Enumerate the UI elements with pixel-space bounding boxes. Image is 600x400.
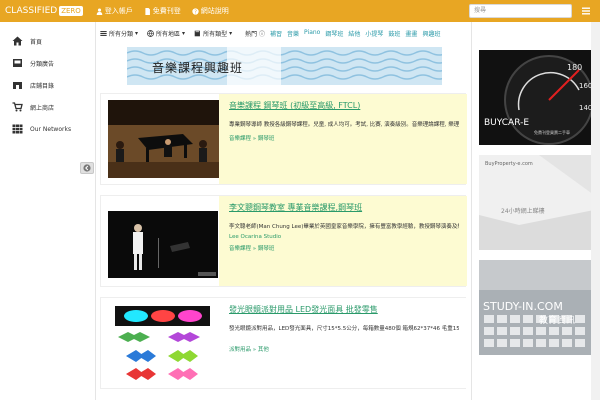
logo-text: CLASSIFIED bbox=[5, 6, 58, 16]
listing-description: 專業鋼琴導師 教授各級鋼琴課程。兒童, 成人均可。考試, 比賽, 演奏級別。音樂… bbox=[229, 122, 459, 128]
ad-study-logo: STUDY-IN.COM bbox=[483, 300, 563, 313]
inbox-icon bbox=[13, 59, 22, 67]
ad-property-caption: 24小時網上睇樓 bbox=[501, 207, 545, 215]
listing-category[interactable]: 派對用品 » 其他 bbox=[229, 345, 269, 353]
performer-photo bbox=[108, 202, 219, 280]
tag-link[interactable]: 小提琴 bbox=[365, 29, 383, 38]
list-icon bbox=[100, 30, 107, 36]
listing-thumbnail[interactable] bbox=[108, 304, 219, 382]
file-icon bbox=[145, 7, 150, 15]
listing-category[interactable]: 音樂課程 » 鋼琴班 bbox=[229, 244, 274, 252]
top-navbar: CLASSIFIED ZERO 登入帳戶 免費刊登 ? 網站說明 搜尋 bbox=[0, 0, 600, 22]
sidebar-item-label: Our Networks bbox=[30, 125, 72, 133]
caret-down-icon: ▾ bbox=[182, 29, 186, 37]
collapse-sidebar-button[interactable] bbox=[80, 162, 94, 174]
banner-title: 音樂課程興趣班 bbox=[152, 61, 244, 75]
top-nav: 登入帳戶 免費刊登 ? 網站說明 bbox=[96, 6, 229, 16]
tag-link[interactable]: 補習 bbox=[270, 29, 282, 38]
sidebar-item-shop[interactable]: 網上商店 bbox=[0, 96, 95, 118]
tag-link[interactable]: 鼓班 bbox=[388, 29, 400, 38]
book-icon bbox=[194, 30, 201, 36]
sidebar-item-label: 網上商店 bbox=[30, 104, 55, 112]
nav-post[interactable]: 免費刊登 bbox=[144, 6, 181, 16]
home-icon bbox=[12, 36, 23, 46]
category-banner[interactable]: 音樂課程興趣班 bbox=[127, 47, 442, 85]
nav-post-label: 免費刊登 bbox=[152, 7, 181, 15]
category-dropdown-label: 所有分類 bbox=[109, 30, 134, 38]
nav-login[interactable]: 登入帳戶 bbox=[96, 6, 133, 16]
listing-item[interactable]: 李文聰鋼琴教室 專業音樂課程,鋼琴班 李文聰老師(Man Chung Lee)畢… bbox=[100, 195, 467, 287]
sidebar-item-classifieds[interactable]: 分類廣告 bbox=[0, 52, 95, 74]
listing-title[interactable]: 發光眼鏡派對用品 LED發光面具 批發零售 bbox=[229, 304, 378, 315]
category-dropdown[interactable]: 所有分類 ▾ bbox=[100, 29, 138, 38]
svg-text:180: 180 bbox=[567, 63, 582, 72]
sidebar-item-label: 首頁 bbox=[30, 38, 43, 46]
caret-down-icon: ▾ bbox=[135, 29, 139, 37]
chevron-left-icon bbox=[83, 164, 91, 172]
globe-icon bbox=[147, 29, 154, 37]
popular-tags: 熱門 ⓘ 補習 音樂 Piano 鋼琴班 結他 小提琴 鼓班 畫畫 興趣班 bbox=[245, 29, 440, 38]
listing-category[interactable]: 音樂課程 » 鋼琴班 bbox=[229, 134, 274, 142]
nav-help[interactable]: ? 網站說明 bbox=[192, 6, 229, 16]
ad-property-logo: BuyProperty-e.com bbox=[485, 161, 533, 167]
sidebar-item-networks[interactable]: Our Networks bbox=[0, 118, 95, 140]
ad-buycar-logo: BUYCAR-E bbox=[484, 118, 529, 128]
listing-item[interactable]: 音樂課程 鋼琴班 (初級至高級, FTCL) 專業鋼琴導師 教授各級鋼琴課程。兒… bbox=[100, 93, 467, 185]
ad-buycar-caption: 免費刊登買賣二手車 bbox=[534, 129, 570, 135]
sidebar-item-label: 店鋪目錄 bbox=[30, 82, 55, 90]
listing-thumbnail[interactable] bbox=[108, 100, 219, 178]
tag-link[interactable]: 結他 bbox=[348, 29, 360, 38]
user-icon bbox=[96, 8, 103, 15]
ad-study-caption: 教育資訊 bbox=[539, 314, 575, 326]
listing-title[interactable]: 音樂課程 鋼琴班 (初級至高級, FTCL) bbox=[229, 100, 360, 111]
tag-link[interactable]: 興趣班 bbox=[422, 29, 440, 38]
help-icon: ? bbox=[192, 7, 199, 15]
property-ad-image: BuyProperty-e.com 24小時網上睇樓 bbox=[479, 155, 594, 250]
speedometer-ad-image: 180 160 140 BUYCAR-E 免費刊登買賣二手車 bbox=[479, 50, 594, 145]
site-logo[interactable]: CLASSIFIED ZERO bbox=[5, 6, 83, 16]
logo-badge: ZERO bbox=[59, 6, 83, 16]
listing-studio[interactable]: Lee Ocarina Studio bbox=[229, 234, 281, 240]
concert-photo bbox=[108, 100, 219, 178]
search-input[interactable]: 搜尋 bbox=[469, 4, 572, 18]
tag-link[interactable]: 鋼琴班 bbox=[325, 29, 343, 38]
region-dropdown[interactable]: 所有地區 ▾ bbox=[147, 29, 185, 38]
tag-link[interactable]: 音樂 bbox=[287, 29, 299, 38]
caret-down-icon: ▾ bbox=[229, 29, 233, 37]
cart-icon bbox=[12, 102, 23, 112]
tag-link[interactable]: Piano bbox=[304, 29, 320, 38]
tag-link[interactable]: 畫畫 bbox=[405, 29, 417, 38]
nav-help-label: 網站說明 bbox=[200, 7, 229, 15]
sidebar: 首頁 分類廣告 店鋪目錄 網上商店 Our Networks bbox=[0, 22, 96, 400]
type-dropdown[interactable]: 所有類型 ▾ bbox=[194, 29, 232, 38]
listing-description: 發光眼鏡派對用品，LED發光面具，尺寸15*5.5公分，每箱數量480個 箱規6… bbox=[229, 326, 459, 332]
store-icon bbox=[13, 82, 22, 89]
hamburger-menu-icon[interactable] bbox=[581, 6, 591, 16]
page-scrollbar[interactable] bbox=[591, 22, 600, 400]
content-divider bbox=[471, 22, 472, 400]
sidebar-item-label: 分類廣告 bbox=[30, 60, 55, 68]
region-dropdown-label: 所有地區 bbox=[156, 30, 181, 38]
sidebar-item-stores[interactable]: 店鋪目錄 bbox=[0, 74, 95, 96]
listing-description: 李文聰老師(Man Chung Lee)畢業於英國皇家音樂學院，擁有豐富教學經驗… bbox=[229, 224, 459, 230]
glow-glasses-photo bbox=[108, 304, 219, 382]
ad-study-in[interactable]: STUDY-IN.COM 教育資訊 bbox=[479, 260, 594, 355]
ad-buyproperty[interactable]: BuyProperty-e.com 24小時網上睇樓 bbox=[479, 155, 594, 250]
listing-title[interactable]: 李文聰鋼琴教室 專業音樂課程,鋼琴班 bbox=[229, 202, 362, 213]
type-dropdown-label: 所有類型 bbox=[203, 30, 228, 38]
grid-icon bbox=[12, 124, 23, 134]
filter-bar: 所有分類 ▾ 所有地區 ▾ 所有類型 ▾ 熱門 ⓘ 補習 音樂 Piano 鋼琴班 結… bbox=[100, 24, 465, 42]
listing-item[interactable]: 發光眼鏡派對用品 LED發光面具 批發零售 發光眼鏡派對用品，LED發光面具，尺… bbox=[100, 297, 467, 389]
sidebar-item-home[interactable]: 首頁 bbox=[0, 30, 95, 52]
nav-login-label: 登入帳戶 bbox=[104, 7, 133, 15]
popular-tags-label: 熱門 ⓘ bbox=[245, 30, 266, 38]
svg-text:?: ? bbox=[194, 9, 197, 15]
keyboard-ad-image: STUDY-IN.COM 教育資訊 bbox=[479, 260, 594, 355]
ad-buycar[interactable]: 180 160 140 BUYCAR-E 免費刊登買賣二手車 bbox=[479, 50, 594, 145]
listing-thumbnail[interactable] bbox=[108, 202, 219, 280]
